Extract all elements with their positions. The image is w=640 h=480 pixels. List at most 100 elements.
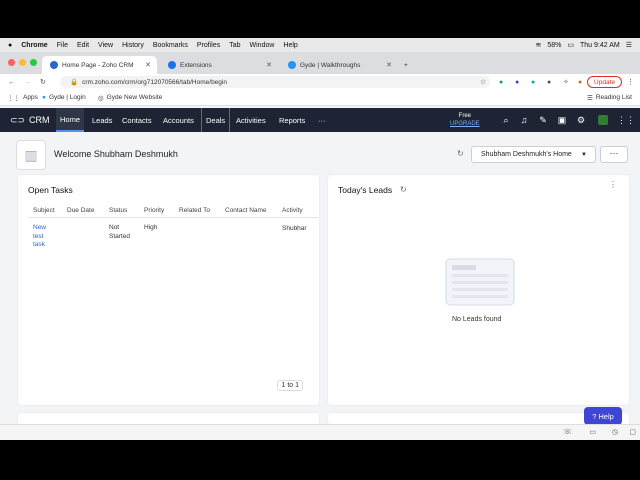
tasks-table-header: Subject Due Date Status Priority Related… (28, 203, 318, 218)
col-activity[interactable]: Activity (282, 207, 303, 214)
close-tab-icon[interactable]: ✕ (266, 61, 272, 69)
menu-window[interactable]: Window (250, 42, 275, 49)
url-field[interactable]: 🔒 crm.zoho.com/crm/org712070566/tab/Home… (60, 76, 490, 88)
task-activity: Shubhar (282, 225, 307, 232)
control-center-icon[interactable]: ☰ (626, 41, 632, 49)
battery-percent: 58% (547, 41, 562, 49)
clock[interactable]: Thu 9:42 AM (580, 42, 620, 49)
tab-gyde[interactable]: Gyde | Walkthroughs ✕ (280, 56, 398, 74)
menu-view[interactable]: View (98, 42, 113, 49)
history-icon[interactable]: ◷ (612, 428, 618, 436)
nav-reports[interactable]: Reports (275, 108, 309, 132)
browser-menu-icon[interactable]: ⋮ (627, 78, 634, 86)
menu-profiles[interactable]: Profiles (197, 42, 220, 49)
bookmark-apps[interactable]: ⋮⋮ Apps (7, 94, 38, 102)
settings-gear-icon[interactable]: ⚙ (576, 115, 586, 125)
zoom-window-icon[interactable] (30, 59, 37, 66)
extension-icon[interactable]: ● (515, 79, 519, 86)
battery-icon[interactable]: ▭ (567, 41, 574, 49)
plan-label: Free (458, 113, 471, 119)
search-icon[interactable]: ⌕ (501, 115, 511, 125)
nav-activities[interactable]: Activities (232, 108, 270, 132)
nav-contacts[interactable]: Contacts (118, 108, 156, 132)
apps-grid-icon[interactable]: ⋮⋮ (617, 115, 635, 125)
menu-tab[interactable]: Tab (229, 42, 240, 49)
bell-icon[interactable]: ♫ (519, 115, 529, 125)
menu-history[interactable]: History (122, 42, 144, 49)
home-selector-dropdown[interactable]: Shubham Deshmukh's Home ▼ (471, 146, 596, 163)
refresh-icon[interactable]: ↻ (400, 185, 407, 194)
close-tab-icon[interactable]: ✕ (386, 61, 392, 69)
extension-gyde-icon[interactable]: ● (531, 79, 535, 86)
tab-extensions[interactable]: Extensions ✕ (160, 56, 278, 74)
nav-more[interactable]: ··· (314, 108, 330, 132)
col-contact-name[interactable]: Contact Name (225, 207, 267, 214)
tab-zoho-crm[interactable]: Home Page - Zoho CRM ✕ (42, 56, 157, 74)
menu-bookmarks[interactable]: Bookmarks (153, 42, 188, 49)
zoho-logo-icon[interactable]: ⊂⊃ (10, 115, 25, 126)
macos-menu-bar: ● Chrome File Edit View History Bookmark… (0, 38, 640, 52)
reading-list[interactable]: ☰ Reading List (587, 94, 632, 102)
welcome-title: Welcome Shubham Deshmukh (54, 149, 178, 159)
subject-line: test (33, 232, 44, 240)
bookmark-gyde-website[interactable]: ◎ Gyde New Website (98, 94, 162, 102)
menu-edit[interactable]: Edit (77, 42, 89, 49)
new-record-icon[interactable]: ✎ (538, 115, 548, 125)
minimize-window-icon[interactable] (19, 59, 26, 66)
apple-icon[interactable]: ● (8, 42, 12, 49)
todays-leads-title: Today's Leads (338, 185, 393, 195)
col-status[interactable]: Status (109, 207, 127, 214)
notes-icon[interactable]: ▭ (589, 428, 596, 436)
more-options-button[interactable]: ··· (600, 146, 628, 163)
status-line: Not (109, 224, 120, 231)
nav-deals[interactable]: Deals (201, 108, 231, 132)
nav-leads[interactable]: Leads (88, 108, 116, 132)
wifi-icon[interactable]: ≋ (536, 41, 542, 49)
extension-icon-2[interactable]: ● (547, 79, 551, 86)
back-icon[interactable]: ← (8, 79, 15, 86)
nav-accounts[interactable]: Accounts (159, 108, 198, 132)
task-subject-link[interactable]: New test task (33, 224, 46, 250)
upgrade-link[interactable]: UPGRADE (450, 120, 480, 128)
puzzle-icon (168, 61, 176, 69)
pagination[interactable]: 1 to 1 (277, 380, 303, 391)
extension-grammarly-icon[interactable]: ● (499, 79, 503, 86)
bookmark-label: Apps (23, 94, 38, 101)
col-priority[interactable]: Priority (144, 207, 164, 214)
question-icon: ? (592, 411, 597, 421)
gyde-favicon-icon (288, 61, 296, 69)
no-leads-message: No Leads found (452, 316, 502, 323)
col-due-date[interactable]: Due Date (67, 207, 94, 214)
update-button[interactable]: Update (587, 76, 622, 88)
subject-line: task (33, 241, 45, 248)
building-icon: ▥ (16, 140, 46, 170)
bookmark-gyde-login[interactable]: ● Gyde | Login (42, 94, 86, 101)
zoho-favicon-icon (50, 61, 58, 69)
col-subject[interactable]: Subject (33, 207, 55, 214)
reload-icon[interactable]: ↻ (40, 78, 46, 86)
card-menu-icon[interactable]: ⋮ (609, 180, 617, 189)
new-tab-button[interactable]: + (400, 56, 416, 74)
bookmark-label: Gyde | Login (48, 94, 86, 101)
expand-icon[interactable]: ▢ (629, 428, 636, 436)
extensions-puzzle-icon[interactable]: ✧ (563, 78, 569, 86)
feedback-icon[interactable]: ☏ (563, 428, 572, 436)
crm-brand[interactable]: CRM (29, 115, 50, 125)
star-icon[interactable]: ☆ (480, 78, 486, 86)
close-window-icon[interactable] (8, 59, 15, 66)
close-tab-icon[interactable]: ✕ (145, 61, 151, 69)
user-avatar[interactable] (598, 115, 608, 125)
calendar-icon[interactable]: ▣ (557, 115, 567, 125)
col-related-to[interactable]: Related To (179, 207, 210, 214)
help-label: Help (598, 411, 614, 421)
menu-help[interactable]: Help (283, 42, 297, 49)
plan-upgrade[interactable]: Free UPGRADE (450, 112, 480, 128)
menu-file[interactable]: File (57, 42, 68, 49)
app-menu[interactable]: Chrome (21, 42, 47, 49)
task-status: Not Started (109, 224, 130, 241)
refresh-icon[interactable]: ↻ (457, 149, 464, 158)
help-button[interactable]: ? Help (584, 407, 622, 425)
nav-home[interactable]: Home (56, 108, 85, 132)
profile-avatar[interactable]: ● (578, 79, 582, 86)
browser-tab-bar: Home Page - Zoho CRM ✕ Extensions ✕ Gyde… (0, 52, 640, 74)
